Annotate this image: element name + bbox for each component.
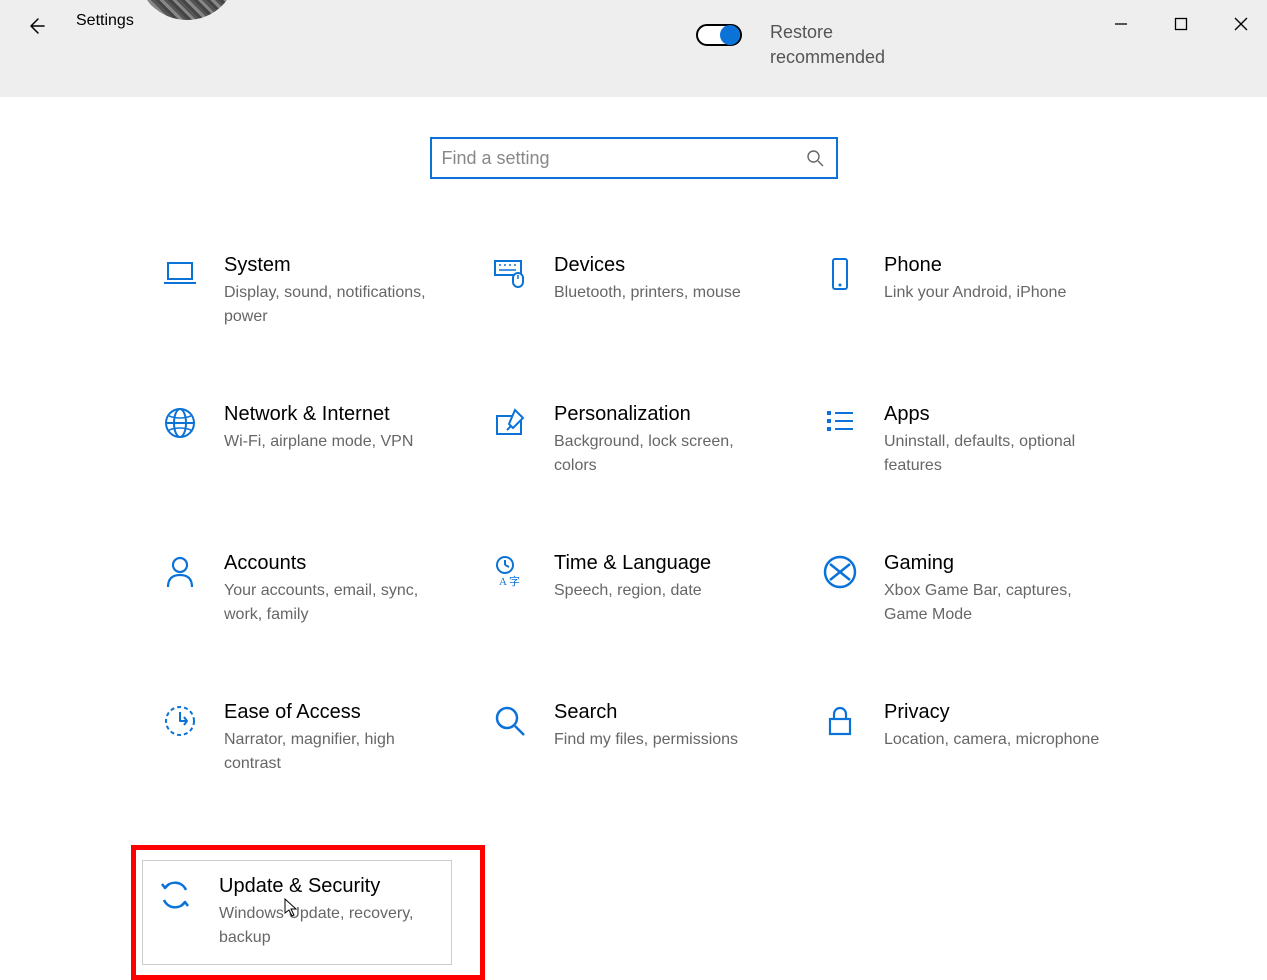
toggle-knob	[720, 25, 740, 45]
category-update-security[interactable]: Update & Security Windows Update, recove…	[142, 860, 452, 965]
category-personalization[interactable]: Personalization Background, lock screen,…	[485, 398, 815, 483]
category-desc: Speech, region, date	[554, 579, 711, 603]
close-button[interactable]	[1225, 8, 1257, 40]
category-title: Network & Internet	[224, 403, 413, 426]
category-title: Personalization	[554, 403, 774, 426]
categories-grid: System Display, sound, notifications, po…	[0, 249, 1267, 980]
category-devices[interactable]: Devices Bluetooth, printers, mouse	[485, 249, 815, 334]
maximize-icon	[1174, 17, 1188, 31]
restore-text-line1: Restore	[770, 20, 885, 45]
restore-text-line2: recommended	[770, 45, 885, 70]
restore-toggle[interactable]	[696, 24, 742, 46]
maximize-button[interactable]	[1165, 8, 1197, 40]
category-phone[interactable]: Phone Link your Android, iPhone	[815, 249, 1145, 334]
category-title: Ease of Access	[224, 701, 444, 724]
ease-of-access-icon	[160, 701, 200, 741]
close-icon	[1234, 17, 1248, 31]
category-desc: Link your Android, iPhone	[884, 281, 1066, 305]
category-desc: Bluetooth, printers, mouse	[554, 281, 741, 305]
category-title: Privacy	[884, 701, 1099, 724]
category-gaming[interactable]: Gaming Xbox Game Bar, captures, Game Mod…	[815, 547, 1145, 632]
svg-text:A: A	[499, 576, 507, 588]
category-title: System	[224, 254, 444, 277]
category-title: Gaming	[884, 552, 1104, 575]
sync-icon	[155, 875, 195, 915]
category-title: Phone	[884, 254, 1066, 277]
category-ease-of-access[interactable]: Ease of Access Narrator, magnifier, high…	[155, 696, 485, 781]
category-title: Accounts	[224, 552, 444, 575]
highlight-box: Update & Security Windows Update, recove…	[131, 845, 485, 980]
person-icon	[160, 552, 200, 592]
search-icon[interactable]	[804, 147, 826, 169]
window-controls	[1105, 8, 1257, 40]
category-desc: Background, lock screen, colors	[554, 430, 774, 478]
category-title: Apps	[884, 403, 1104, 426]
category-system[interactable]: System Display, sound, notifications, po…	[155, 249, 485, 334]
lock-icon	[820, 701, 860, 741]
minimize-icon	[1114, 17, 1128, 31]
category-desc: Windows Update, recovery, backup	[219, 902, 439, 950]
category-desc: Xbox Game Bar, captures, Game Mode	[884, 579, 1104, 627]
category-network[interactable]: Network & Internet Wi-Fi, airplane mode,…	[155, 398, 485, 483]
magnifier-icon	[490, 701, 530, 741]
xbox-icon	[820, 552, 860, 592]
window-title: Settings	[76, 12, 134, 30]
category-desc: Your accounts, email, sync, work, family	[224, 579, 444, 627]
category-desc: Wi-Fi, airplane mode, VPN	[224, 430, 413, 454]
category-desc: Find my files, permissions	[554, 728, 738, 752]
category-desc: Location, camera, microphone	[884, 728, 1099, 752]
category-accounts[interactable]: Accounts Your accounts, email, sync, wor…	[155, 547, 485, 632]
laptop-icon	[160, 254, 200, 294]
globe-icon	[160, 403, 200, 443]
back-button[interactable]	[24, 14, 48, 38]
svg-text:字: 字	[509, 574, 520, 588]
back-arrow-icon	[26, 16, 46, 36]
user-avatar[interactable]	[132, 0, 242, 30]
category-title: Search	[554, 701, 738, 724]
keyboard-icon	[490, 254, 530, 294]
category-desc: Narrator, magnifier, high contrast	[224, 728, 444, 776]
category-desc: Display, sound, notifications, power	[224, 281, 444, 329]
search-box[interactable]	[430, 137, 838, 179]
category-apps[interactable]: Apps Uninstall, defaults, optional featu…	[815, 398, 1145, 483]
minimize-button[interactable]	[1105, 8, 1137, 40]
category-title: Devices	[554, 254, 741, 277]
category-search[interactable]: Search Find my files, permissions	[485, 696, 815, 781]
paint-icon	[490, 403, 530, 443]
restore-toggle-label: Restore recommended	[770, 20, 885, 70]
category-title: Time & Language	[554, 552, 711, 575]
category-title: Update & Security	[219, 875, 439, 898]
phone-icon	[820, 254, 860, 294]
category-time-language[interactable]: A字 Time & Language Speech, region, date	[485, 547, 815, 632]
category-desc: Uninstall, defaults, optional features	[884, 430, 1104, 478]
search-input[interactable]	[442, 148, 804, 169]
apps-list-icon	[820, 403, 860, 443]
header-bar: Settings Restore recommended	[0, 0, 1267, 97]
category-privacy[interactable]: Privacy Location, camera, microphone	[815, 696, 1145, 781]
restore-toggle-area: Restore recommended	[696, 20, 885, 70]
time-language-icon: A字	[490, 552, 530, 592]
